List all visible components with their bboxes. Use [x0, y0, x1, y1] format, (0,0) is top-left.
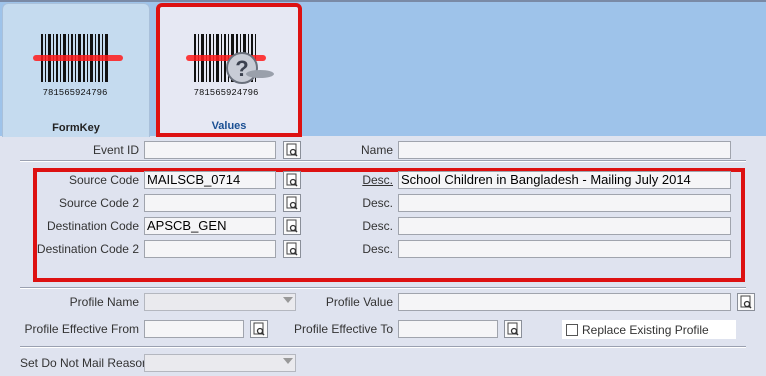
dest-code-input[interactable]: APSCB_GEN: [144, 217, 276, 235]
divider: [20, 346, 746, 348]
dnm-reason-select[interactable]: [144, 354, 296, 372]
source-desc-label: Desc.: [362, 173, 393, 187]
barcode-question-icon: ? 781565924796: [186, 34, 274, 98]
source-code2-lookup-icon[interactable]: [283, 194, 301, 212]
profile-eff-to-input[interactable]: [398, 320, 498, 338]
profile-name-select[interactable]: [144, 293, 296, 311]
chevron-down-icon: [283, 297, 293, 303]
replace-profile-checkbox[interactable]: [566, 324, 578, 336]
dest-code2-input[interactable]: [144, 240, 276, 258]
event-id-label: Event ID: [92, 143, 139, 157]
dest-code-label: Destination Code: [46, 219, 139, 233]
barcode-icon: 781565924796: [33, 34, 123, 98]
dest-code2-label: Destination Code 2: [36, 242, 139, 256]
dnm-reason-label: Set Do Not Mail Reason: [20, 356, 149, 370]
source-desc-input[interactable]: School Children in Bangladesh - Mailing …: [398, 171, 731, 189]
tab-formkey-label: FormKey: [52, 122, 100, 134]
tab-values-label: Values: [211, 120, 247, 132]
source-desc2-label: Desc.: [362, 196, 393, 210]
source-code-input[interactable]: MAILSCB_0714: [144, 171, 276, 189]
tab-formkey[interactable]: 781565924796 FormKey: [2, 3, 150, 137]
profile-name-label: Profile Name: [69, 295, 139, 309]
profile-value-input[interactable]: [398, 293, 731, 311]
source-code-lookup-icon[interactable]: [283, 171, 301, 189]
dest-desc-input[interactable]: [398, 217, 731, 235]
calendar-icon[interactable]: [250, 320, 268, 338]
divider: [20, 287, 746, 289]
barcode-digits-values: 781565924796: [194, 88, 259, 98]
dest-desc-label: Desc.: [362, 219, 393, 233]
source-desc2-input[interactable]: [398, 194, 731, 212]
name-label: Name: [360, 143, 393, 157]
profile-eff-to-label: Profile Effective To: [294, 322, 393, 336]
source-code2-input[interactable]: [144, 194, 276, 212]
name-input[interactable]: [398, 141, 731, 159]
profile-value-lookup-icon[interactable]: [737, 293, 755, 311]
dest-desc2-input[interactable]: [398, 240, 731, 258]
calendar-icon[interactable]: [504, 320, 522, 338]
source-code2-label: Source Code 2: [58, 196, 139, 210]
profile-eff-from-input[interactable]: [144, 320, 244, 338]
event-id-input[interactable]: [144, 141, 276, 159]
dest-desc2-label: Desc.: [362, 242, 393, 256]
tab-values[interactable]: ? 781565924796 Values: [156, 3, 302, 137]
divider: [20, 160, 746, 162]
chevron-down-icon: [283, 358, 293, 364]
source-code-label: Source Code: [68, 173, 139, 187]
dest-code2-lookup-icon[interactable]: [283, 240, 301, 258]
replace-profile-label: Replace Existing Profile: [582, 323, 709, 337]
profile-eff-from-label: Profile Effective From: [24, 322, 139, 336]
profile-value-label: Profile Value: [325, 295, 393, 309]
barcode-digits: 781565924796: [43, 88, 108, 98]
dest-code-lookup-icon[interactable]: [283, 217, 301, 235]
svg-text:?: ?: [235, 56, 248, 81]
event-id-lookup-icon[interactable]: [283, 141, 301, 159]
replace-profile-option: Replace Existing Profile: [562, 320, 736, 339]
